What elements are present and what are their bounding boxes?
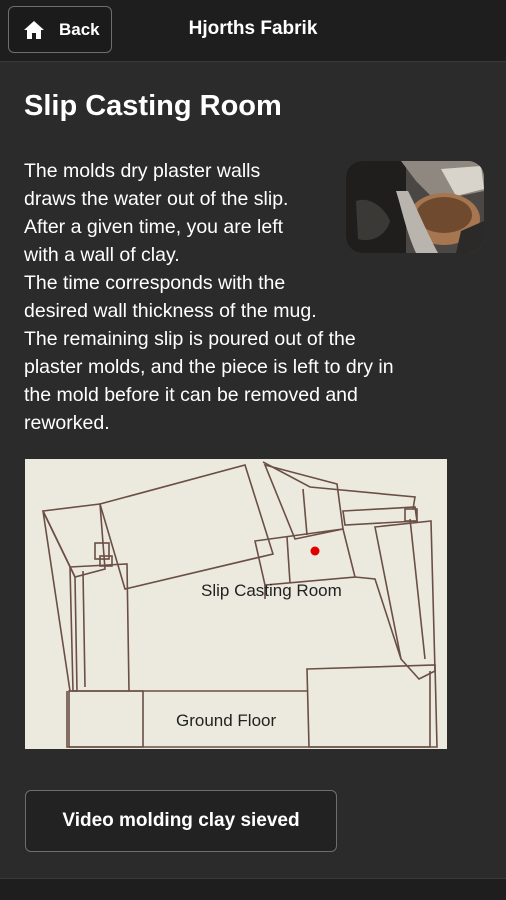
floor-plan-drawing: [41, 461, 438, 748]
floor-plan-room-label: Slip Casting Room: [201, 581, 342, 600]
description-line: desired wall thickness of the mug.: [24, 300, 317, 322]
description-line: The time corresponds with the: [24, 272, 286, 294]
location-marker: [310, 546, 320, 556]
floor-plan-floor-label: Ground Floor: [176, 711, 277, 730]
description-line: reworked.: [24, 412, 110, 434]
description-line: The remaining slip is poured out of the: [24, 328, 356, 350]
header-title: Hjorths Fabrik: [188, 18, 318, 39]
slip-casting-photo: [346, 161, 484, 253]
floor-plan-map: Slip Casting Room Ground Floor: [25, 459, 447, 749]
page-title: Slip Casting Room: [24, 90, 282, 122]
photo-illustration: [346, 161, 484, 253]
video-button[interactable]: Video molding clay sieved: [25, 790, 337, 852]
description-line: the mold before it can be removed and: [24, 384, 358, 406]
header-bar: Back Hjorths Fabrik: [0, 0, 506, 62]
bottom-bar: [0, 878, 506, 900]
description-line: plaster molds, and the piece is left to …: [24, 356, 394, 378]
